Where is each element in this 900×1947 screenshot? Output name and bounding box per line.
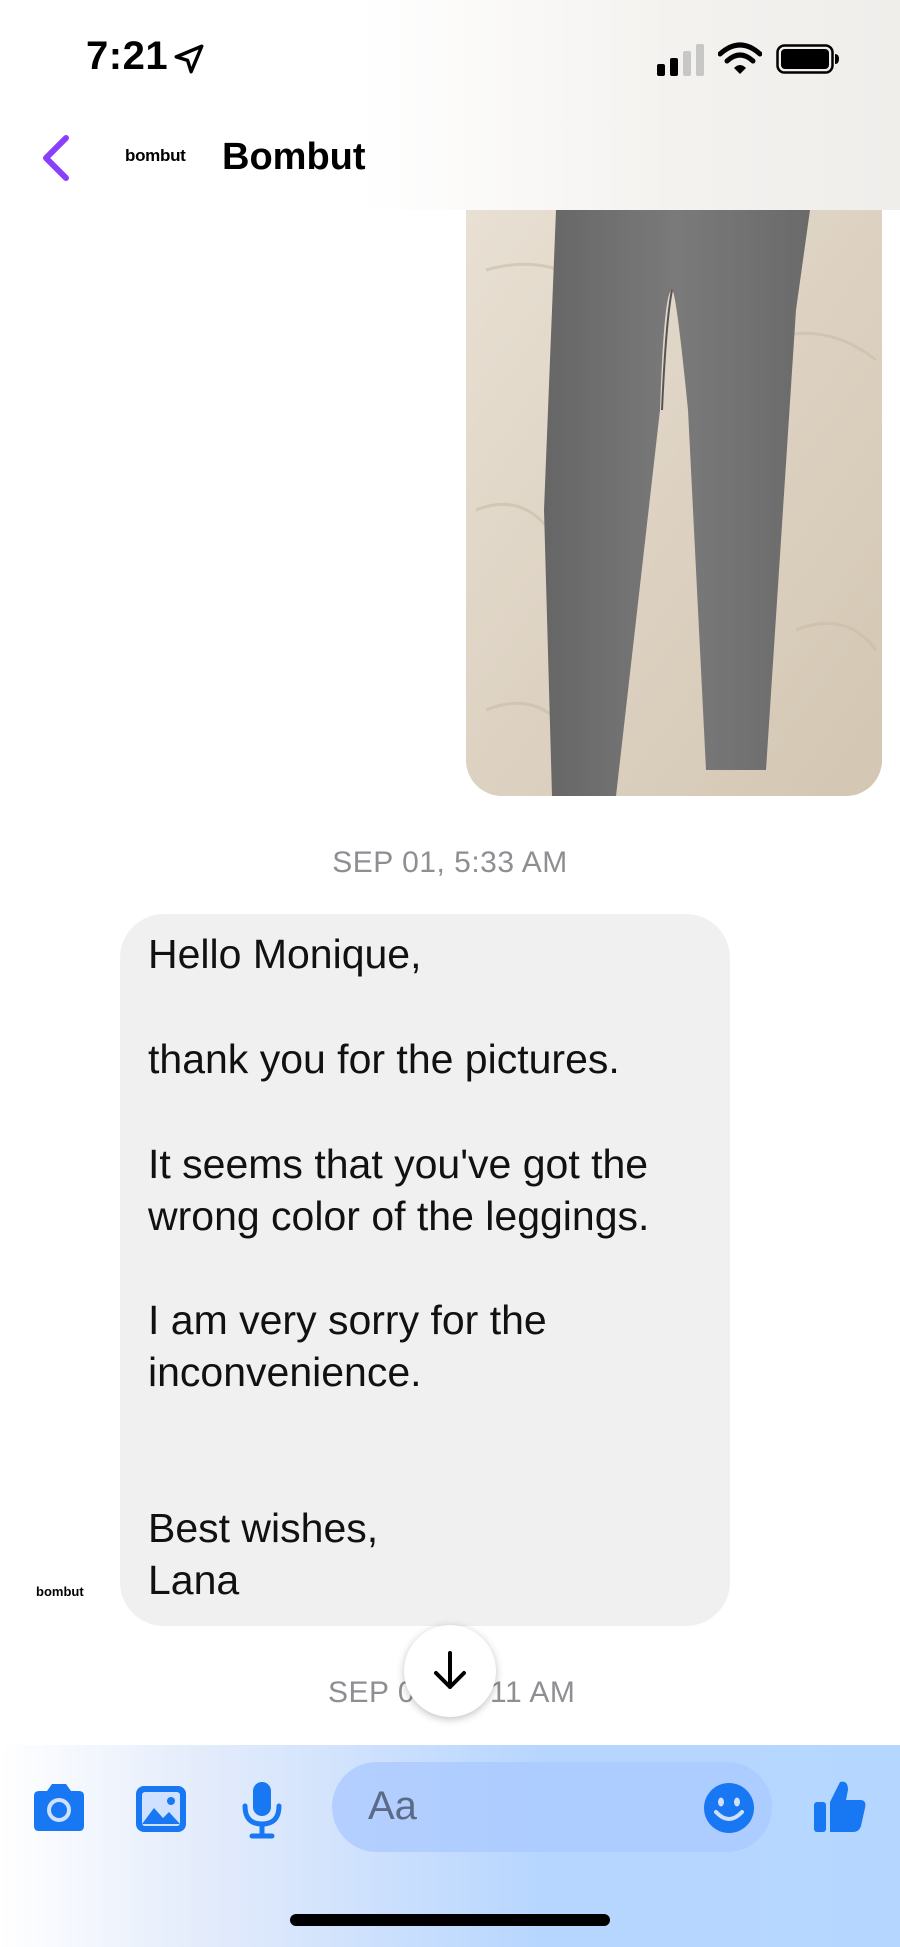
scroll-to-bottom-button[interactable] [404, 1625, 496, 1717]
shared-photo[interactable] [466, 210, 882, 796]
location-arrow-icon [174, 44, 204, 74]
message-line: I am very sorry for the [148, 1297, 547, 1343]
back-chevron-icon[interactable] [36, 132, 76, 184]
arrow-down-icon [434, 1651, 466, 1689]
battery-icon [776, 44, 839, 74]
message-timestamp-partial-left: SEP 0 [328, 1676, 416, 1709]
message-line: Lana [148, 1557, 240, 1603]
message-line: It seems that you've got the [148, 1141, 649, 1187]
message-timestamp: SEP 01, 5:33 AM [332, 846, 568, 879]
brand-avatar-logo[interactable]: bombut [125, 146, 186, 166]
conversation-title[interactable]: Bombut [222, 136, 366, 179]
microphone-icon[interactable] [240, 1780, 284, 1840]
leggings-photo-image [466, 210, 882, 796]
message-line: thank you for the pictures. [148, 1036, 620, 1082]
signal-icon [657, 44, 704, 76]
message-input-placeholder: Aa [368, 1784, 417, 1828]
message-line: Hello Monique, [148, 931, 422, 977]
emoji-icon[interactable] [703, 1782, 755, 1834]
header-background [0, 0, 900, 210]
sender-avatar-logo[interactable]: bombut [36, 1584, 84, 1599]
camera-icon[interactable] [30, 1782, 88, 1834]
home-indicator [290, 1914, 610, 1926]
wifi-icon [718, 42, 762, 74]
status-time: 7:21 [86, 34, 169, 78]
thumbs-up-icon[interactable] [812, 1778, 868, 1834]
message-timestamp-partial-right: 11 AM [490, 1676, 576, 1709]
message-line: wrong color of the leggings. [148, 1193, 650, 1239]
message-line: Best wishes, [148, 1505, 379, 1551]
message-line: inconvenience. [148, 1349, 422, 1395]
image-icon[interactable] [134, 1784, 188, 1834]
